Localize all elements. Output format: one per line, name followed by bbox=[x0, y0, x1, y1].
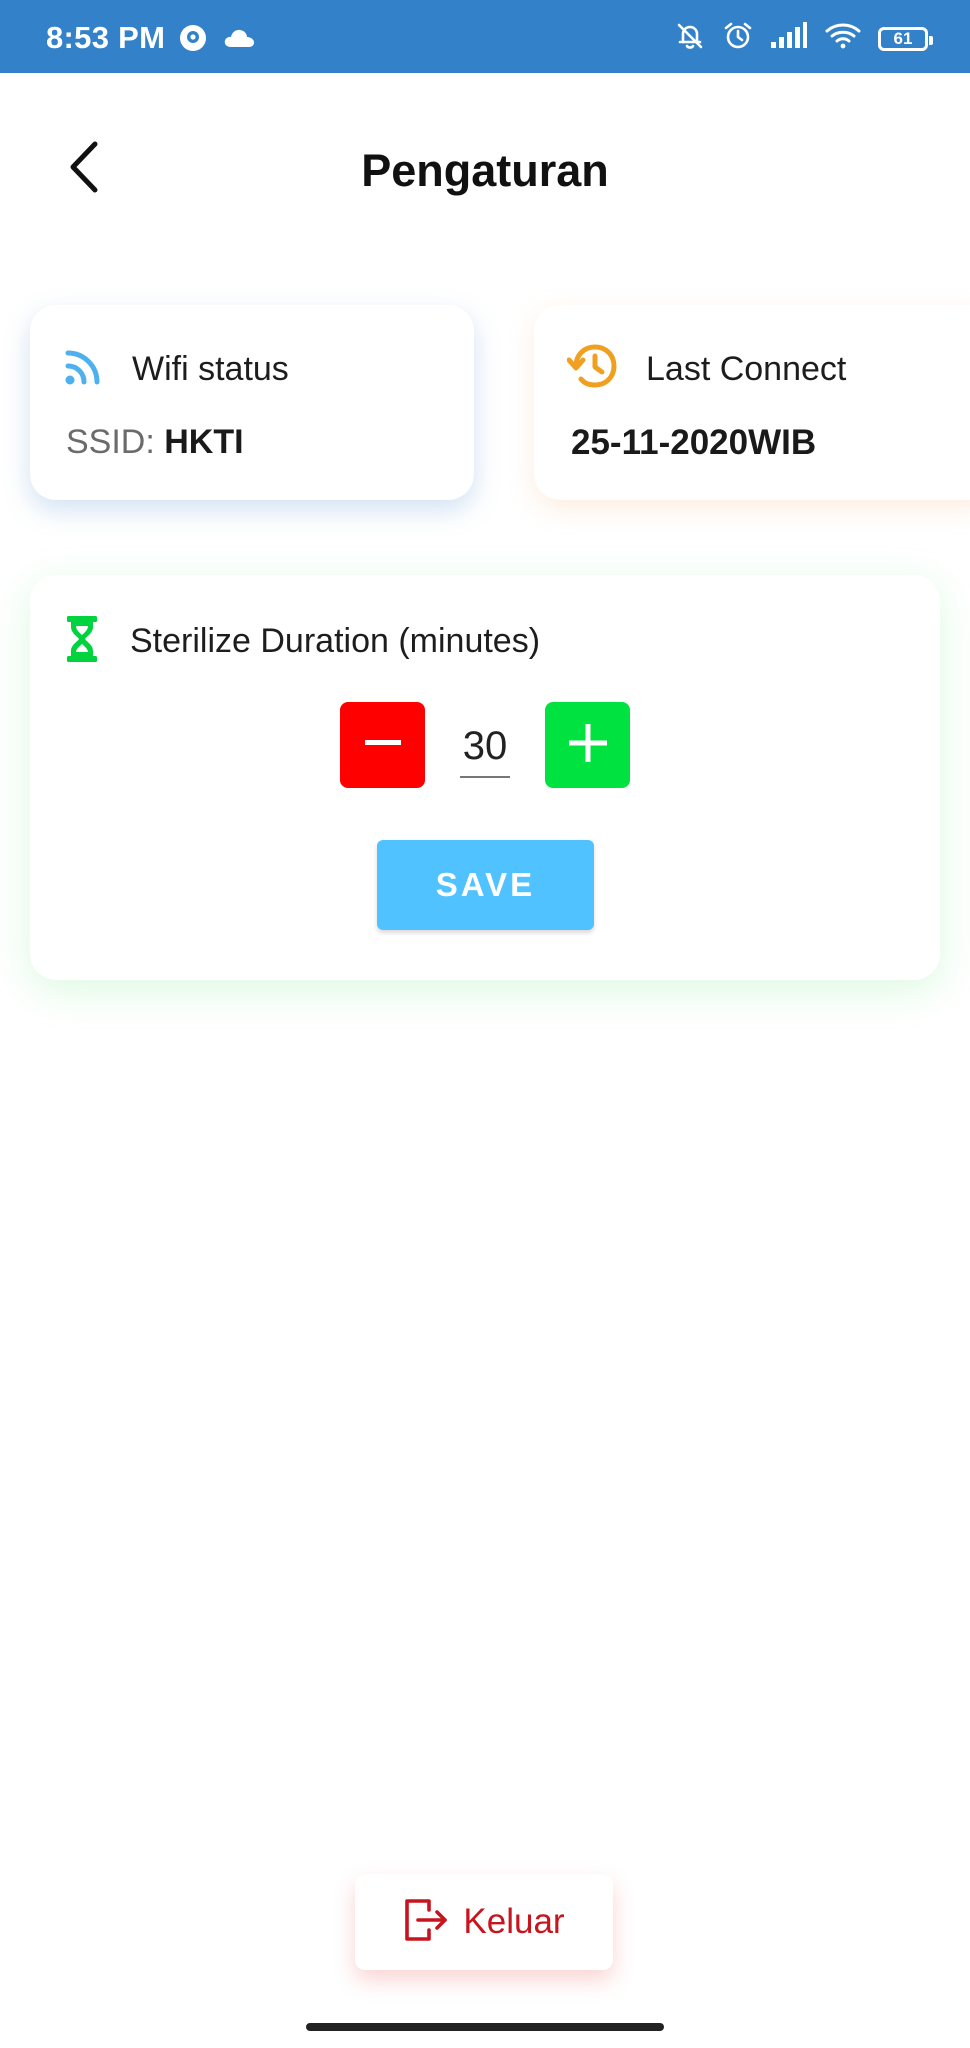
logout-button[interactable]: Keluar bbox=[355, 1874, 613, 1970]
wifi-icon bbox=[824, 22, 862, 55]
ssid-value: HKTI bbox=[164, 423, 244, 461]
wifi-card-title: Wifi status bbox=[132, 350, 289, 388]
sterilize-duration-card: Sterilize Duration (minutes) SAVE bbox=[30, 575, 940, 980]
wifi-card-header: Wifi status bbox=[63, 347, 289, 392]
alarm-clock-icon bbox=[722, 20, 754, 57]
save-button[interactable]: SAVE bbox=[377, 840, 594, 930]
status-bar: 8:53 PM 61 bbox=[0, 0, 970, 73]
page-title: Pengaturan bbox=[361, 145, 609, 196]
home-indicator[interactable] bbox=[306, 2023, 664, 2031]
logout-label: Keluar bbox=[463, 1902, 565, 1941]
signal-bars-icon bbox=[770, 22, 808, 55]
bell-muted-icon bbox=[674, 20, 706, 57]
wifi-status-card: Wifi status SSID: HKTI bbox=[30, 305, 474, 500]
battery-icon: 61 bbox=[878, 26, 933, 51]
duration-card-header: Sterilize Duration (minutes) bbox=[66, 615, 540, 668]
ssid-label: SSID: bbox=[66, 423, 165, 461]
last-connect-card-header: Last Connect bbox=[566, 343, 847, 396]
logout-icon bbox=[403, 1896, 451, 1949]
last-connect-value: 25-11-2020WIB bbox=[571, 423, 817, 462]
status-time: 8:53 PM bbox=[46, 20, 166, 55]
minus-icon bbox=[364, 725, 401, 766]
increment-button[interactable] bbox=[545, 702, 630, 788]
duration-stepper bbox=[340, 702, 660, 788]
location-pin-icon bbox=[177, 22, 209, 59]
last-connect-card: Last Connect 25-11-2020WIB bbox=[534, 305, 970, 500]
duration-card-title: Sterilize Duration (minutes) bbox=[130, 622, 541, 660]
status-right-icons: 61 bbox=[674, 20, 933, 57]
battery-level: 61 bbox=[893, 28, 913, 48]
history-icon bbox=[566, 343, 619, 396]
duration-input[interactable] bbox=[460, 716, 510, 778]
wifi-feed-icon bbox=[63, 347, 103, 392]
cloud-icon bbox=[223, 27, 255, 54]
decrement-button[interactable] bbox=[340, 702, 425, 788]
hourglass-icon bbox=[66, 615, 98, 668]
plus-icon bbox=[568, 723, 607, 767]
status-left-icons bbox=[177, 22, 255, 59]
ssid-line: SSID: HKTI bbox=[66, 423, 244, 462]
last-connect-card-title: Last Connect bbox=[646, 350, 847, 388]
